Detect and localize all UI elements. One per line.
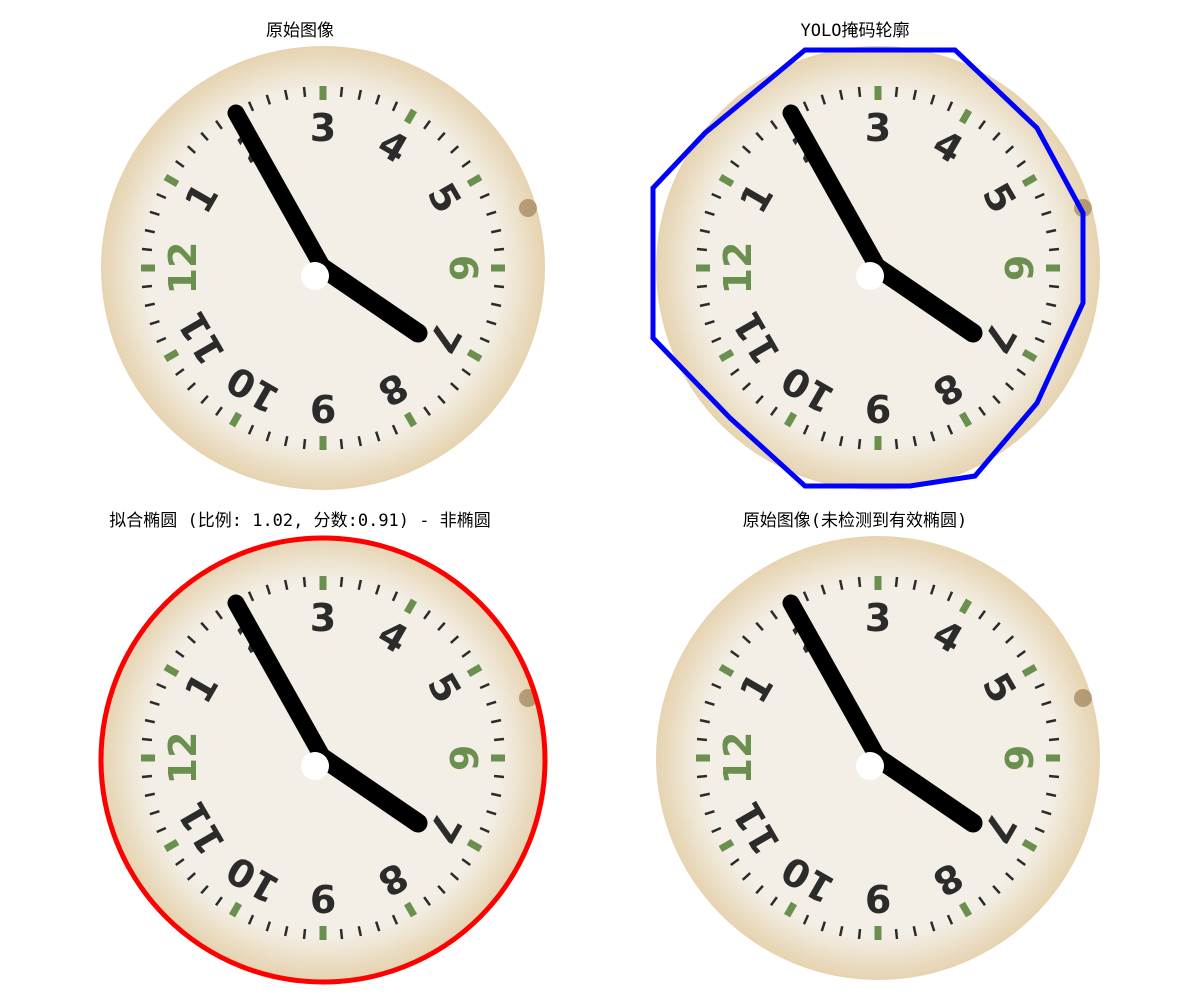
- clock-numeral: 9: [310, 386, 336, 430]
- tick-mark: [857, 438, 862, 450]
- tick-mark: [696, 284, 708, 289]
- tick-mark: [141, 774, 153, 779]
- clock-numeral: 3: [865, 106, 891, 150]
- tick-mark: [1048, 247, 1060, 252]
- tick-mark: [857, 928, 862, 940]
- center-cap: [301, 262, 329, 290]
- clock-numeral: 3: [310, 596, 336, 640]
- tick-mark: [141, 284, 153, 289]
- tick-mark: [894, 438, 899, 450]
- clock-numeral: 6: [996, 745, 1040, 771]
- clock-numeral: 6: [996, 255, 1040, 281]
- tick-mark: [857, 86, 862, 98]
- clock-numeral: 9: [865, 386, 891, 430]
- clock-numeral: 12: [716, 242, 760, 295]
- clock-numeral: 9: [310, 876, 336, 920]
- tick-mark: [1048, 737, 1060, 742]
- tick-mark: [493, 247, 505, 252]
- tick-mark: [302, 86, 307, 98]
- tick-mark: [141, 737, 153, 742]
- tick-mark: [339, 576, 344, 588]
- clock-numeral: 6: [441, 255, 485, 281]
- clock-numeral: 12: [161, 732, 205, 785]
- tick-mark: [302, 576, 307, 588]
- clock-image: 345678910111212: [650, 46, 1100, 490]
- tick-mark: [141, 247, 153, 252]
- tick-mark: [493, 284, 505, 289]
- clock-image: 345678910111212: [656, 536, 1100, 980]
- center-cap: [856, 262, 884, 290]
- tick-mark: [894, 576, 899, 588]
- tick-mark: [857, 576, 862, 588]
- tick-mark: [696, 247, 708, 252]
- tick-mark: [339, 438, 344, 450]
- panel-original-no-ellipse: 原始图像(未检测到有效椭圆) 345678910111212: [555, 490, 1155, 990]
- stain-mark: [1074, 689, 1092, 707]
- center-cap: [856, 752, 884, 780]
- tick-mark: [302, 438, 307, 450]
- clock-image: 345678910111212: [101, 46, 545, 490]
- panel-original: 原始图像 345678910111212: [0, 0, 600, 500]
- tick-mark: [1048, 284, 1060, 289]
- tick-mark: [1048, 774, 1060, 779]
- tick-mark: [894, 86, 899, 98]
- panel-yolo-mask: YOLO掩码轮廓 345678910111212: [555, 0, 1155, 500]
- clock-numeral: 6: [441, 745, 485, 771]
- clock-numeral: 12: [161, 242, 205, 295]
- tick-mark: [894, 928, 899, 940]
- clock-image: 345678910111212: [98, 535, 548, 985]
- clock-numeral: 9: [865, 876, 891, 920]
- clock-numeral: 3: [310, 106, 336, 150]
- tick-mark: [339, 928, 344, 940]
- panel-fitted-ellipse: 拟合椭圆 (比例: 1.02, 分数:0.91) - 非椭圆 3 4 5 6 7 8 9 10…: [0, 490, 600, 990]
- stain-mark: [519, 199, 537, 217]
- tick-mark: [696, 774, 708, 779]
- tick-mark: [339, 86, 344, 98]
- clock-numeral: 3: [865, 596, 891, 640]
- tick-mark: [696, 737, 708, 742]
- tick-mark: [493, 774, 505, 779]
- tick-mark: [493, 737, 505, 742]
- center-cap: [301, 752, 329, 780]
- tick-mark: [302, 928, 307, 940]
- clock-numeral: 12: [716, 732, 760, 785]
